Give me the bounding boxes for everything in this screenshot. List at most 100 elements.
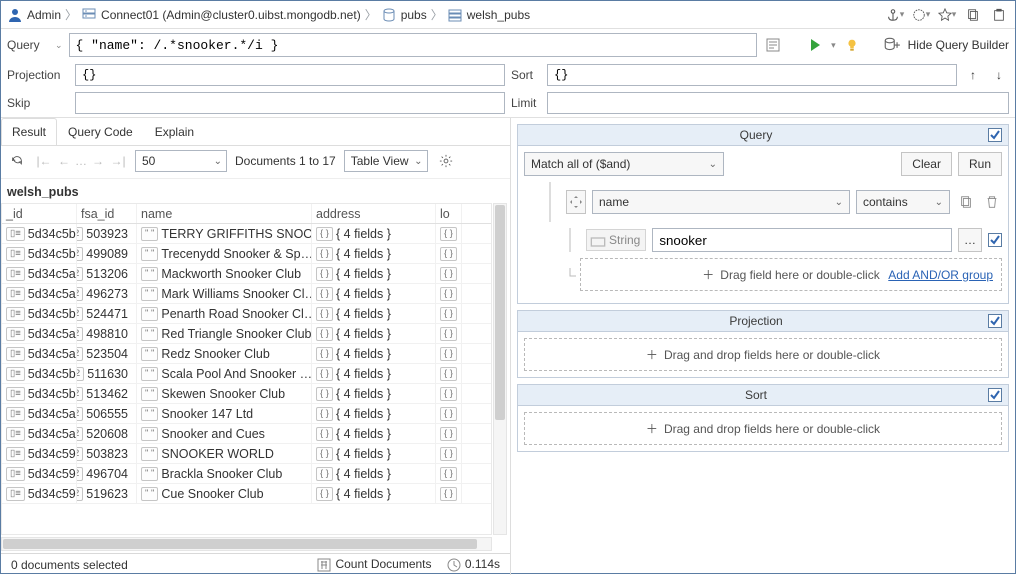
query-panel-checkbox[interactable] bbox=[988, 128, 1002, 142]
sort-input[interactable] bbox=[547, 64, 957, 86]
anchor-icon[interactable]: ▾ bbox=[885, 5, 905, 25]
col-id[interactable]: _id bbox=[2, 204, 77, 223]
trash-icon[interactable] bbox=[982, 192, 1002, 212]
dropzone-label: Drag field here or double-click bbox=[720, 268, 879, 282]
limit-input[interactable] bbox=[547, 92, 1009, 114]
copy-icon[interactable] bbox=[963, 5, 983, 25]
hide-query-builder-button[interactable]: Hide Query Builder bbox=[908, 38, 1009, 52]
table-row[interactable]: ▯≡5d34c59…132503823" "SNOOKER WORLD{ }{ … bbox=[2, 444, 491, 464]
table-row[interactable]: ▯≡5d34c59…132519623" "Cue Snooker Club{ … bbox=[2, 484, 491, 504]
query-timing: 0.114s bbox=[446, 557, 500, 573]
dropzone-label: Drag and drop fields here or double-clic… bbox=[664, 348, 880, 362]
breadcrumb-database[interactable]: pubs bbox=[381, 7, 427, 23]
table-row[interactable]: ▯≡5d34c59…132496704" "Brackla Snooker Cl… bbox=[2, 464, 491, 484]
first-page-icon[interactable]: |← bbox=[35, 152, 53, 170]
chevron-right-icon: 〉 bbox=[365, 6, 377, 23]
objectid-icon: ▯≡ bbox=[6, 447, 25, 461]
query-dropdown-icon[interactable]: ⌄ bbox=[55, 40, 63, 51]
tab-explain[interactable]: Explain bbox=[144, 118, 205, 145]
breadcrumb-connection[interactable]: Connect01 (Admin@cluster0.uibst.mongodb.… bbox=[81, 7, 361, 23]
results-pane: Result Query Code Explain |← ← … → →| 50… bbox=[1, 118, 511, 575]
view-mode-select[interactable]: Table View⌄ bbox=[344, 150, 428, 172]
more-options-icon[interactable]: ▾ bbox=[911, 5, 931, 25]
objectid-icon: ▯≡ bbox=[6, 487, 25, 501]
projection-input[interactable] bbox=[75, 64, 505, 86]
object-icon: { } bbox=[440, 387, 457, 401]
clear-button[interactable]: Clear bbox=[901, 152, 952, 176]
objectid-icon: ▯≡ bbox=[6, 467, 25, 481]
col-address[interactable]: address bbox=[312, 204, 436, 223]
table-row[interactable]: ▯≡5d34c5a…132496273" "Mark Williams Snoo… bbox=[2, 284, 491, 304]
star-icon[interactable]: ▾ bbox=[937, 5, 957, 25]
count-documents-button[interactable]: Count Documents bbox=[316, 557, 431, 573]
type-badge-string[interactable]: String bbox=[586, 229, 646, 251]
object-icon: { } bbox=[440, 367, 457, 381]
limit-label: Limit bbox=[511, 96, 541, 110]
skip-input[interactable] bbox=[75, 92, 505, 114]
col-location[interactable]: lo bbox=[436, 204, 462, 223]
projection-dropzone[interactable]: ＋ Drag and drop fields here or double-cl… bbox=[524, 338, 1002, 371]
object-icon: { } bbox=[440, 427, 457, 441]
match-mode-select[interactable]: Match all of ($and)⌄ bbox=[524, 152, 724, 176]
run-menu-icon[interactable]: ▾ bbox=[831, 40, 836, 51]
sort-panel-header[interactable]: Sort bbox=[518, 385, 1008, 406]
table-row[interactable]: ▯≡5d34c5b…132511630" "Scala Pool And Sno… bbox=[2, 364, 491, 384]
add-group-link[interactable]: Add AND/OR group bbox=[888, 268, 993, 282]
top-toolbar: Admin 〉 Connect01 (Admin@cluster0.uibst.… bbox=[1, 1, 1015, 29]
value-enabled-checkbox[interactable] bbox=[988, 233, 1002, 247]
refresh-icon[interactable] bbox=[7, 151, 27, 171]
value-input[interactable] bbox=[652, 228, 952, 252]
sort-dropzone[interactable]: ＋ Drag and drop fields here or double-cl… bbox=[524, 412, 1002, 445]
table-row[interactable]: ▯≡5d34c5a…132498810" "Red Triangle Snook… bbox=[2, 324, 491, 344]
page-size-value: 50 bbox=[142, 154, 155, 168]
table-row[interactable]: ▯≡5d34c5a…132523504" "Redz Snooker Club{… bbox=[2, 344, 491, 364]
next-page-icon[interactable]: → bbox=[89, 152, 107, 170]
prev-page-icon[interactable]: ← bbox=[55, 152, 73, 170]
col-name[interactable]: name bbox=[137, 204, 312, 223]
sort-label: Sort bbox=[511, 68, 541, 82]
duplicate-icon[interactable] bbox=[956, 192, 976, 212]
horizontal-scrollbar[interactable] bbox=[1, 537, 492, 551]
page-size-select[interactable]: 50⌄ bbox=[135, 150, 227, 172]
query-panel-header[interactable]: Query bbox=[518, 125, 1008, 146]
table-row[interactable]: ▯≡5d34c5b…132499089" "Trecenydd Snooker … bbox=[2, 244, 491, 264]
last-page-icon[interactable]: →| bbox=[109, 152, 127, 170]
count-documents-label: Count Documents bbox=[335, 557, 431, 571]
table-row[interactable]: ▯≡5d34c5a…132513206" "Mackworth Snooker … bbox=[2, 264, 491, 284]
sort-asc-icon[interactable]: ↑ bbox=[963, 65, 983, 85]
objectid-icon: ▯≡ bbox=[6, 347, 25, 361]
operator-select[interactable]: contains⌄ bbox=[856, 190, 950, 214]
gear-icon[interactable] bbox=[436, 151, 456, 171]
move-handle-icon[interactable] bbox=[566, 190, 586, 214]
table-row[interactable]: ▯≡5d34c5b…132513462" "Skewen Snooker Clu… bbox=[2, 384, 491, 404]
col-fsa[interactable]: fsa_id bbox=[77, 204, 137, 223]
field-dropzone[interactable]: ＋ Drag field here or double-click Add AN… bbox=[580, 258, 1002, 291]
breadcrumb-user[interactable]: Admin bbox=[7, 7, 61, 23]
query-input[interactable] bbox=[69, 33, 758, 57]
sort-desc-icon[interactable]: ↓ bbox=[989, 65, 1009, 85]
projection-panel: Projection ＋ Drag and drop fields here o… bbox=[517, 310, 1009, 378]
table-row[interactable]: ▯≡5d34c5b…132524471" "Penarth Road Snook… bbox=[2, 304, 491, 324]
table-row[interactable]: ▯≡5d34c5b…132503923" "TERRY GRIFFITHS SN… bbox=[2, 224, 491, 244]
number-icon: 132 bbox=[77, 387, 83, 401]
table-row[interactable]: ▯≡5d34c5a…132520608" "Snooker and Cues{ … bbox=[2, 424, 491, 444]
breadcrumb-collection[interactable]: welsh_pubs bbox=[447, 7, 530, 23]
query-bar: Query ⌄ ▾ Hide Query Builder bbox=[1, 29, 1015, 61]
projection-panel-title: Projection bbox=[524, 314, 988, 328]
run-query-button[interactable] bbox=[805, 35, 825, 55]
tab-result[interactable]: Result bbox=[1, 118, 57, 145]
projection-panel-header[interactable]: Projection bbox=[518, 311, 1008, 332]
lightbulb-icon[interactable] bbox=[842, 35, 862, 55]
vertical-scrollbar[interactable] bbox=[493, 203, 507, 535]
projection-panel-checkbox[interactable] bbox=[988, 314, 1002, 328]
value-options-button[interactable]: … bbox=[958, 228, 982, 252]
sort-panel-checkbox[interactable] bbox=[988, 388, 1002, 402]
tab-query-code[interactable]: Query Code bbox=[57, 118, 144, 145]
table-row[interactable]: ▯≡5d34c5a…132506555" "Snooker 147 Ltd{ }… bbox=[2, 404, 491, 424]
object-icon: { } bbox=[316, 447, 333, 461]
string-icon: " " bbox=[141, 247, 158, 261]
field-select[interactable]: name⌄ bbox=[592, 190, 850, 214]
query-format-icon[interactable] bbox=[763, 35, 783, 55]
run-button[interactable]: Run bbox=[958, 152, 1002, 176]
paste-icon[interactable] bbox=[989, 5, 1009, 25]
